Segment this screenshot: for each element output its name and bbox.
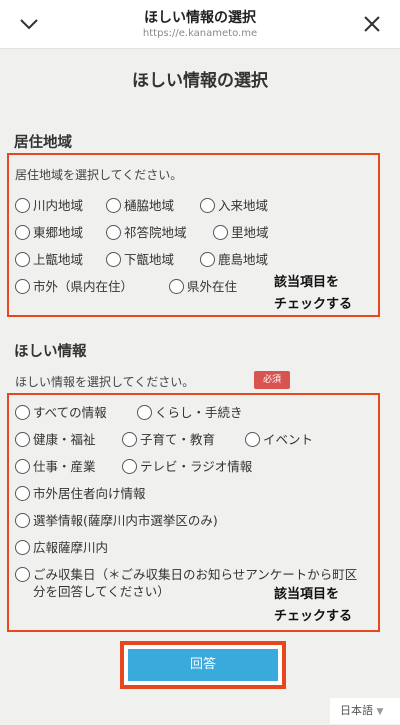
annotation-label: 該当項目を チェックする: [274, 587, 353, 624]
window-title: ほしい情報の選択: [144, 10, 256, 26]
submit-button[interactable]: 回答: [128, 649, 278, 681]
submit-highlight: 回答: [120, 641, 286, 689]
info-instruction: ほしい情報を選択してください。: [15, 375, 195, 389]
close-icon[interactable]: [362, 14, 382, 34]
info-section-title: ほしい情報: [14, 344, 87, 360]
annotation-label: 該当項目を チェックする: [274, 275, 353, 312]
required-badge: 必須: [254, 371, 290, 389]
residence-section-title: 居住地域: [14, 135, 72, 151]
top-bar: ほしい情報の選択 https://e.kaname­to.me: [0, 0, 400, 49]
chevron-down-icon: ▼: [376, 707, 384, 717]
page-title: ほしい情報の選択: [132, 71, 268, 91]
language-select[interactable]: 日本語 ▼: [330, 698, 400, 724]
page-url: https://e.kaname­to.me: [142, 28, 258, 39]
